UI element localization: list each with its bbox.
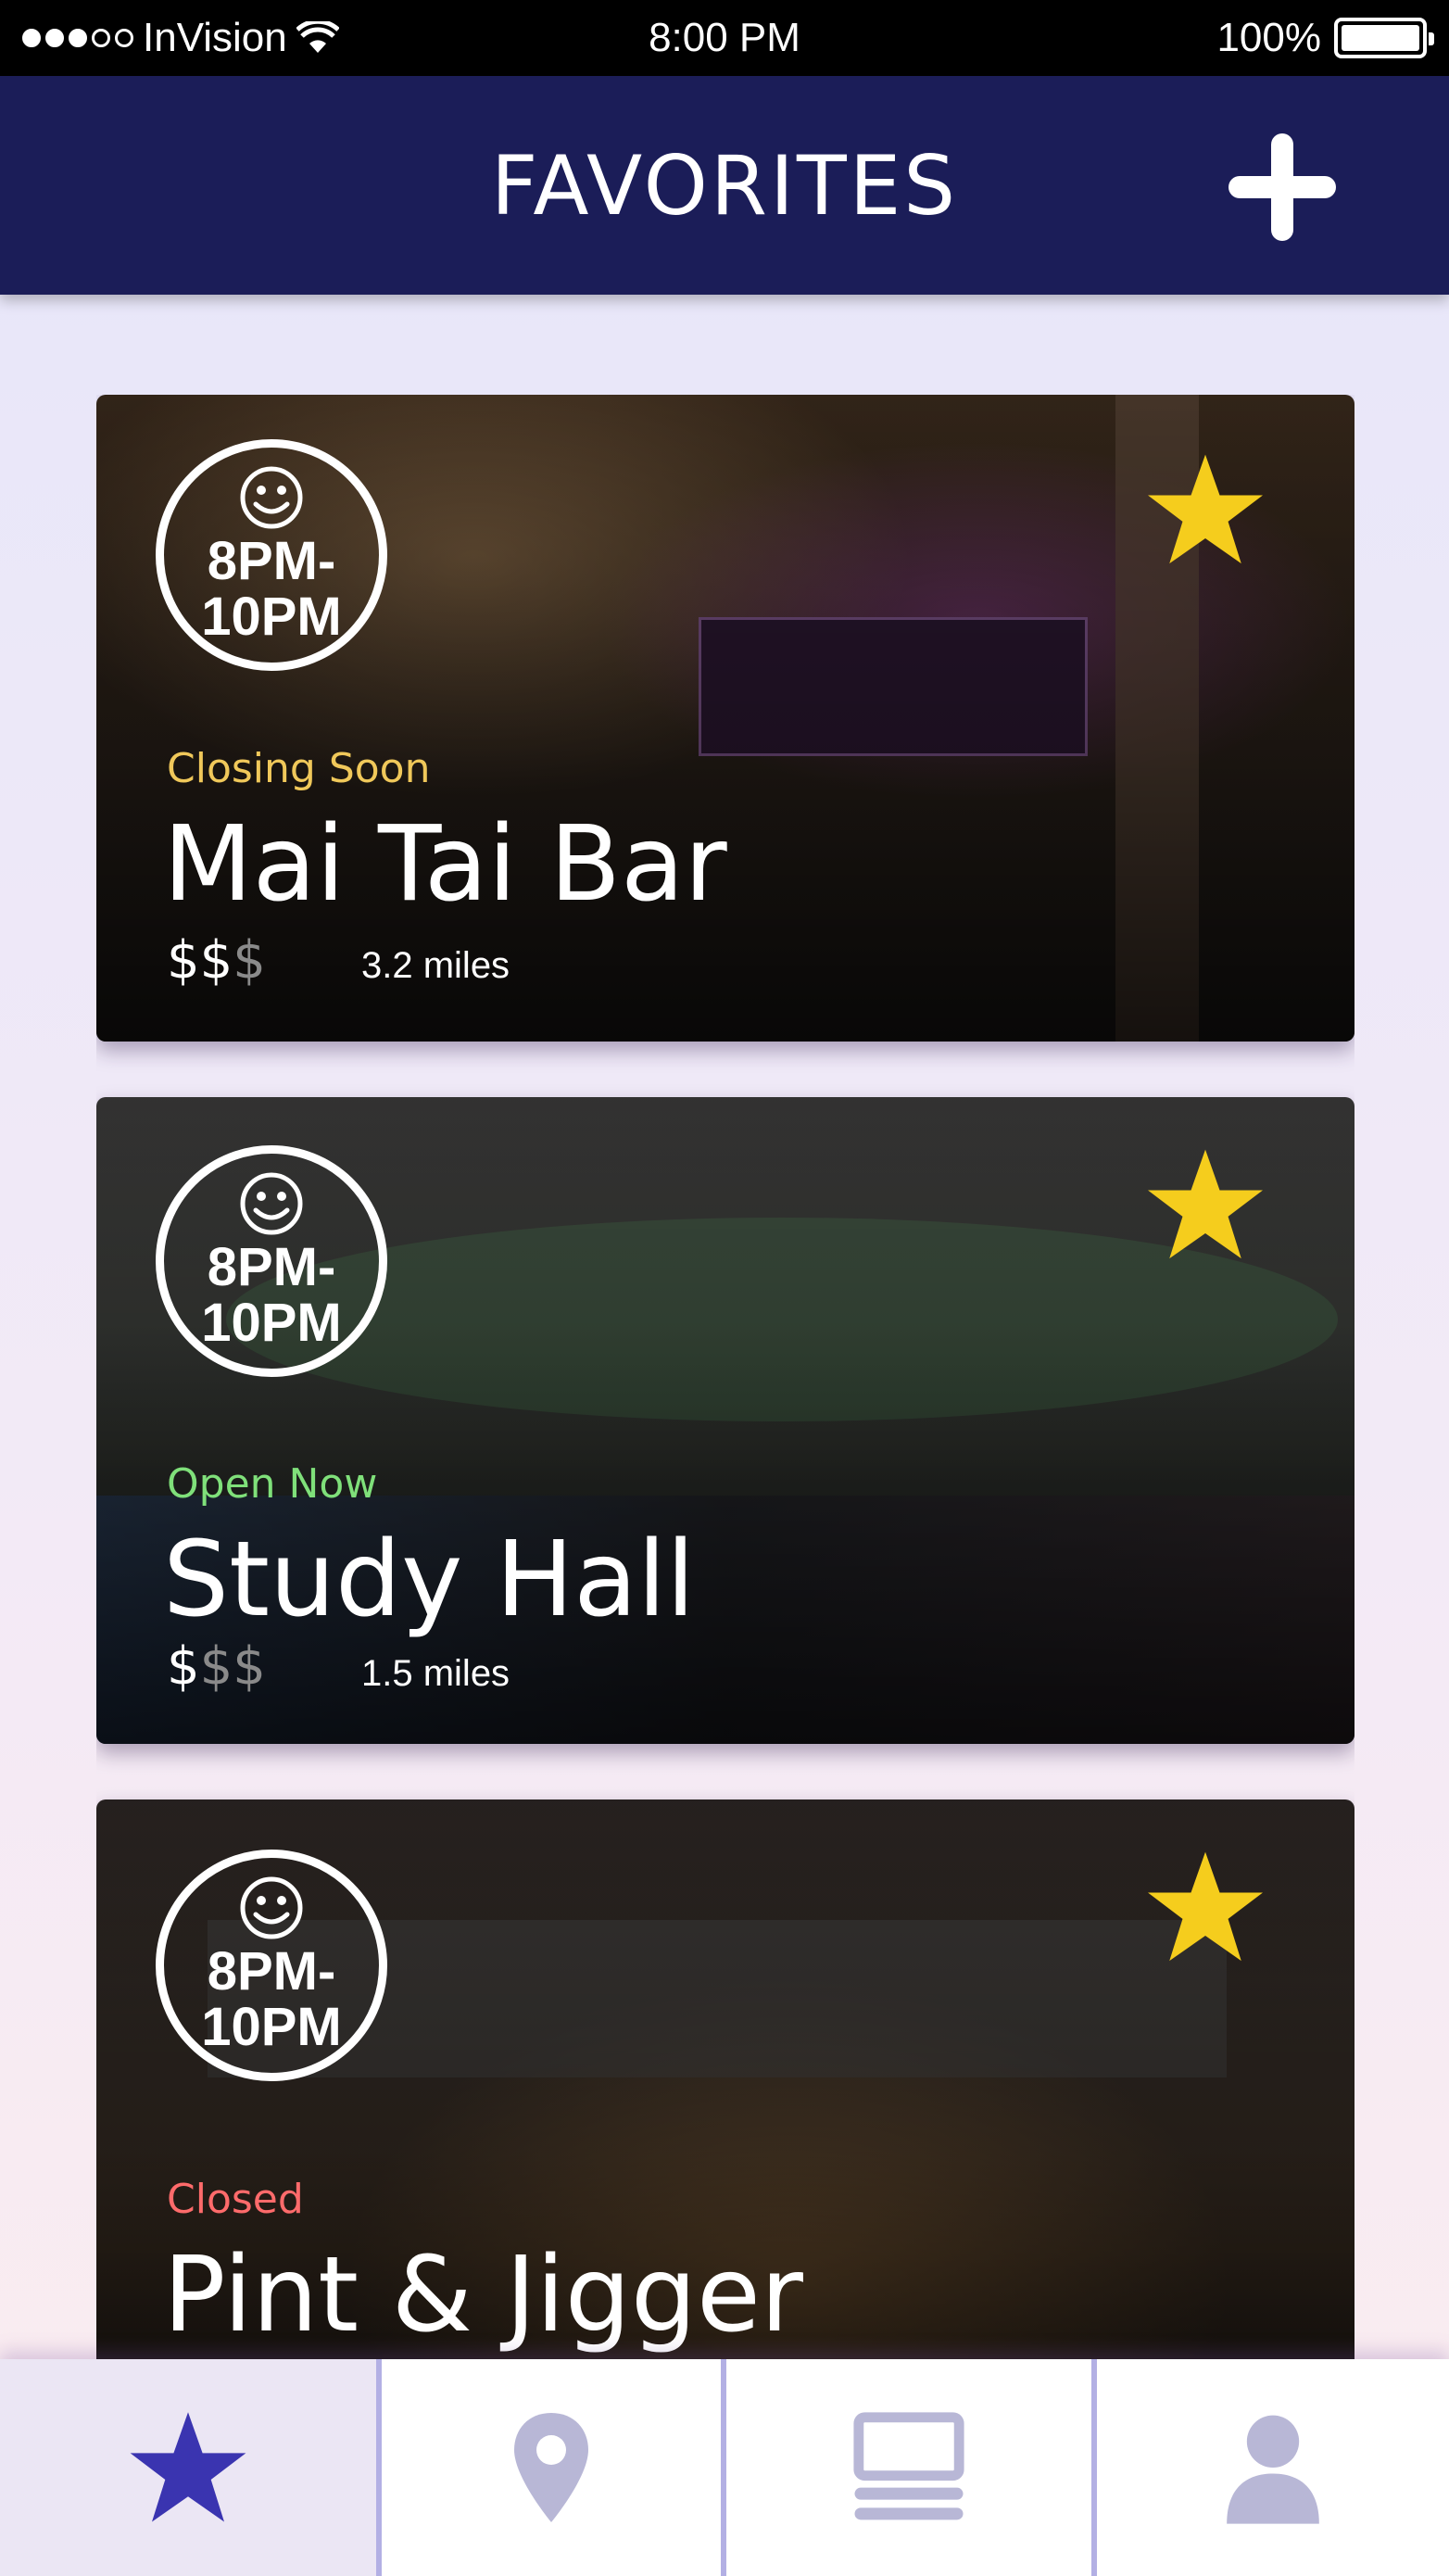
tab-map[interactable] xyxy=(382,2359,726,2576)
map-pin-icon xyxy=(514,2413,588,2522)
venue-name: Mai Tai Bar xyxy=(163,804,727,925)
list-icon xyxy=(853,2412,964,2520)
star-icon[interactable] xyxy=(1145,1147,1266,1262)
status-right: 100% xyxy=(1216,15,1434,61)
smiley-icon xyxy=(240,1172,303,1235)
wifi-icon xyxy=(296,21,339,53)
open-status: Closed xyxy=(167,2176,304,2223)
hours-badge: 8PM- 10PM xyxy=(156,1850,387,2081)
venue-card[interactable]: 8PM- 10PM Closing Soon Mai Tai Bar $$$ 3.… xyxy=(96,395,1354,1042)
star-icon xyxy=(130,2412,246,2522)
venue-name: Study Hall xyxy=(163,1520,696,1640)
smiley-icon xyxy=(240,466,303,529)
status-left: InVision xyxy=(22,15,339,61)
favorites-list: 8PM- 10PM Closing Soon Mai Tai Bar $$$ 3.… xyxy=(96,395,1354,2359)
distance: 1.5 miles xyxy=(361,1653,510,1694)
venue-card[interactable]: 8PM- 10PM Open Now Study Hall $$$ 1.5 mil… xyxy=(96,1097,1354,1744)
tab-profile[interactable] xyxy=(1097,2359,1449,2576)
hours-text: 8PM- 10PM xyxy=(201,1941,342,2057)
profile-icon xyxy=(1227,2415,1319,2524)
battery-percent: 100% xyxy=(1216,15,1321,60)
price-level: $$$ xyxy=(167,1636,266,1697)
distance: 3.2 miles xyxy=(361,945,510,986)
carrier-name: InVision xyxy=(143,15,287,60)
status-bar: InVision 8:00 PM 100% xyxy=(0,0,1449,76)
plus-icon[interactable] xyxy=(1223,128,1342,246)
signal-strength-icon xyxy=(22,29,133,47)
star-icon[interactable] xyxy=(1145,452,1266,567)
venue-card[interactable]: 8PM- 10PM Closed Pint & Jigger xyxy=(96,1799,1354,2359)
hours-badge: 8PM- 10PM xyxy=(156,1145,387,1377)
app-header: FAVORITES xyxy=(0,76,1449,295)
price-level: $$$ xyxy=(167,930,266,991)
tab-bar xyxy=(0,2359,1449,2576)
open-status: Closing Soon xyxy=(167,745,431,792)
venue-name: Pint & Jigger xyxy=(163,2235,803,2355)
star-icon[interactable] xyxy=(1145,1850,1266,1964)
open-status: Open Now xyxy=(167,1460,378,1508)
battery-icon xyxy=(1334,18,1434,58)
hours-text: 8PM- 10PM xyxy=(201,1237,342,1353)
tab-favorites[interactable] xyxy=(0,2359,382,2576)
hours-text: 8PM- 10PM xyxy=(201,531,342,647)
page-title: FAVORITES xyxy=(490,137,959,234)
tab-list[interactable] xyxy=(726,2359,1097,2576)
hours-badge: 8PM- 10PM xyxy=(156,439,387,671)
smiley-icon xyxy=(240,1876,303,1939)
